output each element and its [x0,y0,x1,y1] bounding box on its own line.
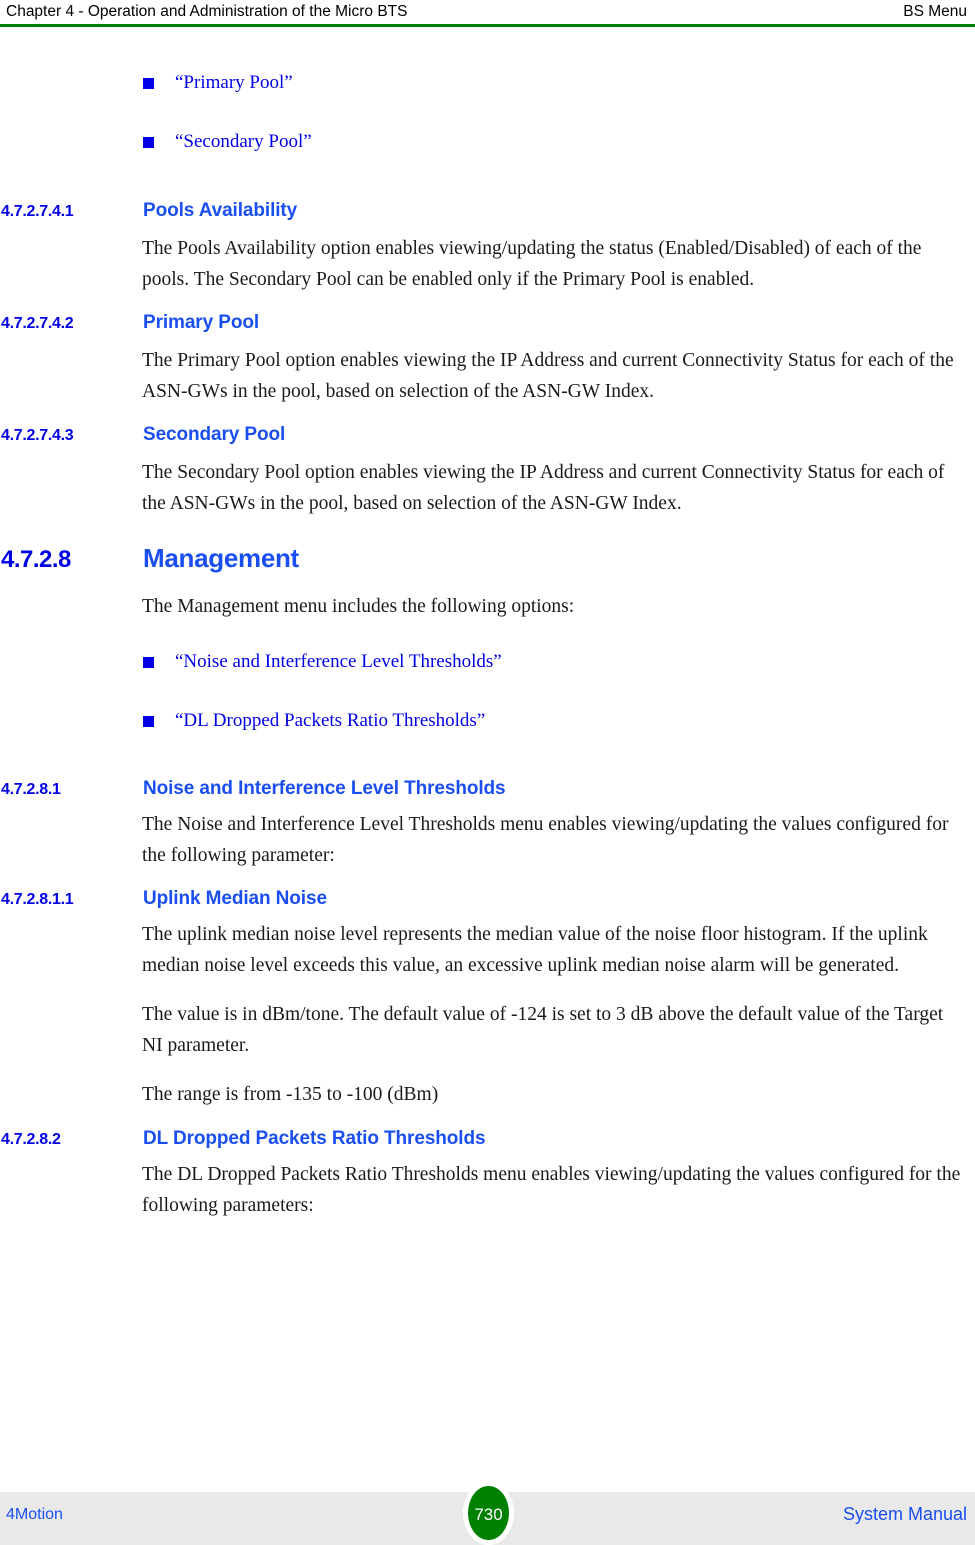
section-number: 4.7.2.7.4.1 [1,203,74,220]
square-bullet-icon [143,657,154,668]
section-heading-primary-pool: 4.7.2.7.4.2 Primary Pool [0,312,975,334]
cross-reference-link[interactable]: “DL Dropped Packets Ratio Thresholds” [175,706,485,736]
page-number-badge: 730 [463,1481,514,1545]
section-heading-dl-dropped-packets-thresholds: 4.7.2.8.2 DL Dropped Packets Ratio Thres… [0,1128,975,1150]
page-header: Chapter 4 - Operation and Administration… [0,0,975,27]
section-title: Secondary Pool [143,424,286,445]
section-heading-uplink-median-noise: 4.7.2.8.1.1 Uplink Median Noise [0,888,975,910]
footer-document-name: System Manual [842,1504,967,1524]
cross-reference-link[interactable]: “Primary Pool” [175,68,293,98]
cross-reference-link[interactable]: “Noise and Interference Level Thresholds… [175,647,502,677]
page-number-disc: 730 [468,1486,509,1540]
header-section-title: BS Menu [903,3,967,20]
paragraph: The Primary Pool option enables viewing … [142,350,954,402]
list-item[interactable]: “Primary Pool” [0,68,975,98]
paragraph: The value is in dBm/tone. The default va… [142,1004,944,1056]
paragraph: The Secondary Pool option enables viewin… [142,462,945,514]
section-heading-management: 4.7.2.8 Management [0,543,975,574]
square-bullet-icon [143,78,154,89]
section-heading-noise-interference-thresholds: 4.7.2.8.1 Noise and Interference Level T… [0,778,975,800]
paragraph: The DL Dropped Packets Ratio Thresholds … [142,1164,961,1216]
section-title: Primary Pool [143,312,260,333]
section-number: 4.7.2.7.4.2 [1,315,74,332]
section-number: 4.7.2.8 [1,546,71,573]
paragraph: The Pools Availability option enables vi… [142,238,922,290]
cross-reference-link[interactable]: “Secondary Pool” [175,127,312,157]
list-item[interactable]: “DL Dropped Packets Ratio Thresholds” [0,706,975,736]
paragraph: The Management menu includes the followi… [142,596,575,617]
list-item[interactable]: “Secondary Pool” [0,127,975,157]
section-title: Uplink Median Noise [143,888,327,909]
section-heading-secondary-pool: 4.7.2.7.4.3 Secondary Pool [0,424,975,446]
section-heading-pools-availability: 4.7.2.7.4.1 Pools Availability [0,200,975,222]
list-item[interactable]: “Noise and Interference Level Thresholds… [0,647,975,677]
header-row: Chapter 4 - Operation and Administration… [0,0,975,21]
square-bullet-icon [143,716,154,727]
page-content: “Primary Pool” “Secondary Pool” 4.7.2.7.… [0,27,975,1221]
paragraph: The range is from -135 to -100 (dBm) [142,1084,439,1105]
section-title: Pools Availability [143,200,298,221]
paragraph: The uplink median noise level represents… [142,924,928,976]
section-number: 4.7.2.8.1.1 [1,891,74,908]
section-number: 4.7.2.8.2 [1,1131,61,1148]
spacer-top [0,27,975,68]
section-number: 4.7.2.7.4.3 [1,427,74,444]
paragraph: The Noise and Interference Level Thresho… [142,814,949,866]
section-number: 4.7.2.8.1 [1,781,61,798]
section-title: DL Dropped Packets Ratio Thresholds [143,1128,486,1149]
square-bullet-icon [143,137,154,148]
section-title: Management [143,543,299,573]
section-title: Noise and Interference Level Thresholds [143,778,506,799]
footer-product-name: 4Motion [6,1506,63,1523]
page-number-value: 730 [474,1504,503,1524]
header-chapter-title: Chapter 4 - Operation and Administration… [6,3,408,20]
